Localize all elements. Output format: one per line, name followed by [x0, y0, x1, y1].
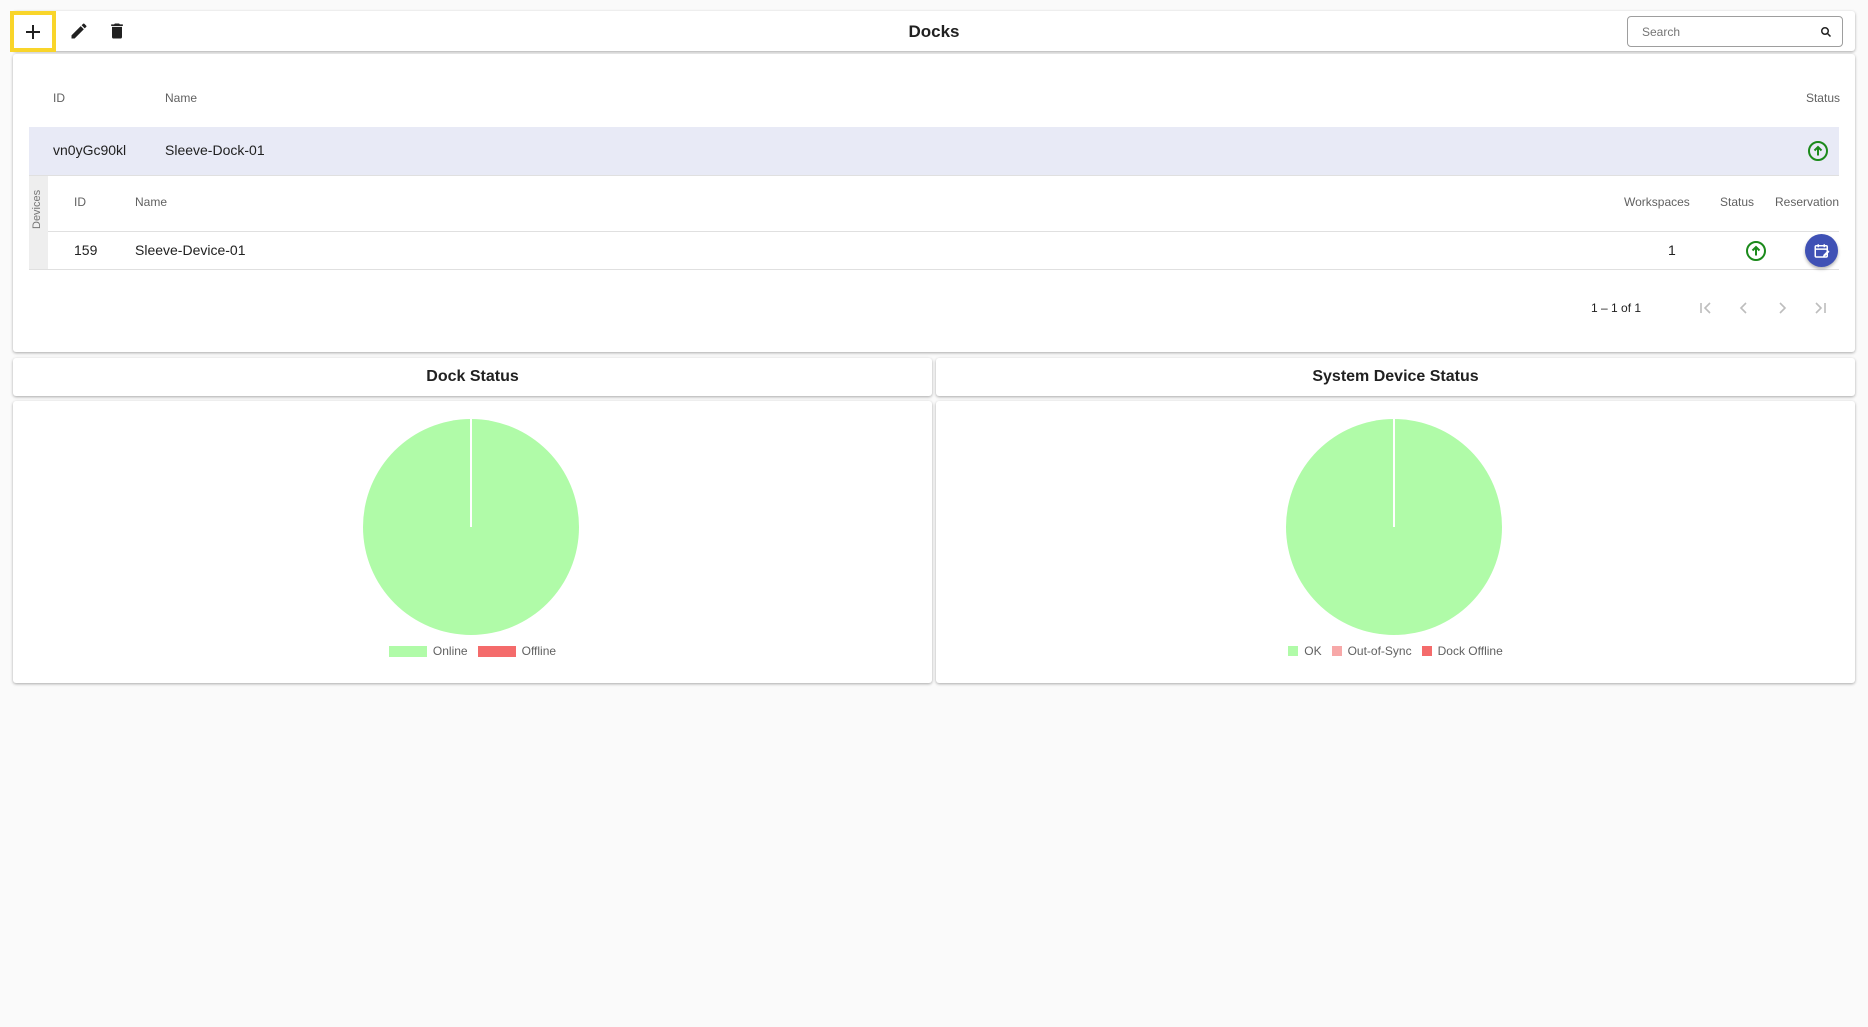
dock-id-cell: vn0yGc90kl: [53, 142, 127, 158]
legend-swatch: [388, 645, 427, 657]
edit-button[interactable]: [60, 11, 98, 51]
chevron-left-icon: [1739, 302, 1747, 314]
legend-label: Offline: [521, 644, 557, 658]
legend-item-offline[interactable]: Offline: [477, 644, 557, 658]
next-page-button[interactable]: [1766, 292, 1798, 324]
status-online-icon: [1808, 141, 1828, 161]
device-column-header-workspaces: Workspaces: [1624, 195, 1690, 209]
legend-label: OK: [1304, 644, 1322, 658]
dock-status-chart: Online Offline: [13, 401, 932, 683]
search-icon[interactable]: [1820, 26, 1832, 38]
previous-page-button[interactable]: [1728, 292, 1760, 324]
table-row[interactable]: vn0yGc90kl Sleeve-Dock-01: [29, 127, 1839, 175]
docks-table-card: ID Name Status vn0yGc90kl Sleeve-Dock-01…: [13, 54, 1855, 352]
legend-item-ok[interactable]: OK: [1288, 644, 1322, 658]
delete-button[interactable]: [98, 11, 136, 51]
first-page-icon: [1700, 302, 1711, 314]
device-column-header-reservation: Reservation: [1775, 195, 1840, 209]
dock-name-cell: Sleeve-Dock-01: [165, 142, 265, 158]
last-page-button[interactable]: [1804, 292, 1836, 324]
dock-status-legend: Online Offline: [13, 644, 932, 658]
dock-status-title: Dock Status: [13, 358, 932, 396]
devices-subtable: Devices ID Name Workspaces Status Reserv…: [29, 175, 1839, 270]
reservation-button[interactable]: [1805, 234, 1838, 267]
legend-swatch: [1331, 646, 1342, 656]
device-row[interactable]: 159 Sleeve-Device-01 1: [48, 232, 1839, 270]
device-column-header-id: ID: [74, 195, 86, 209]
system-device-status-legend: OK Out-of-Sync Dock Offline: [936, 644, 1855, 658]
devices-label-strip: Devices: [29, 176, 48, 269]
device-workspaces-cell: 1: [1668, 242, 1676, 258]
search-field[interactable]: [1627, 16, 1843, 47]
last-page-icon: [1815, 302, 1826, 314]
pagination-range: 1 – 1 of 1: [1591, 301, 1642, 315]
legend-item-dock-offline[interactable]: Dock Offline: [1421, 644, 1503, 658]
device-column-header-name: Name: [135, 195, 168, 209]
legend-swatch: [477, 645, 516, 657]
system-device-status-pie: [1286, 419, 1502, 635]
device-name-cell: Sleeve-Device-01: [135, 242, 246, 258]
system-device-status-chart: OK Out-of-Sync Dock Offline: [936, 401, 1855, 683]
column-header-name: Name: [165, 91, 198, 105]
calendar-edit-icon: [1814, 243, 1829, 258]
toolbar: Docks: [10, 11, 1855, 52]
column-header-status: Status: [1805, 91, 1840, 105]
pencil-icon: [71, 23, 87, 39]
status-online-icon: [1746, 241, 1766, 261]
search-input[interactable]: [1642, 24, 1820, 39]
add-button[interactable]: [10, 11, 56, 52]
legend-label: Out-of-Sync: [1347, 644, 1412, 658]
column-header-id: ID: [53, 91, 65, 105]
legend-swatch: [1288, 646, 1299, 656]
first-page-button[interactable]: [1690, 292, 1722, 324]
device-id-cell: 159: [74, 242, 98, 258]
trash-icon: [111, 23, 123, 39]
devices-label: Devices: [31, 189, 43, 229]
page-title: Docks: [908, 22, 960, 41]
system-device-status-title: System Device Status: [936, 358, 1855, 396]
chevron-right-icon: [1779, 302, 1787, 314]
dock-status-pie: [363, 419, 579, 635]
legend-label: Online: [432, 644, 468, 658]
plus-icon: [26, 24, 40, 39]
legend-item-online[interactable]: Online: [388, 644, 468, 658]
legend-item-out-of-sync[interactable]: Out-of-Sync: [1331, 644, 1412, 658]
device-column-header-status: Status: [1720, 195, 1755, 209]
legend-swatch: [1421, 646, 1432, 656]
legend-label: Dock Offline: [1437, 644, 1503, 658]
